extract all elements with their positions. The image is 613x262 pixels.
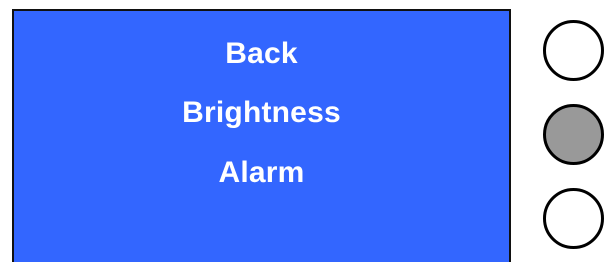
middle-hardware-button[interactable]	[543, 104, 604, 165]
menu-item-alarm[interactable]: Alarm	[14, 155, 509, 191]
top-hardware-button[interactable]	[543, 20, 604, 81]
menu-item-back[interactable]: Back	[14, 36, 509, 72]
display-screen: Back Brightness Alarm	[12, 9, 511, 262]
menu-item-brightness[interactable]: Brightness	[14, 95, 509, 131]
bottom-hardware-button[interactable]	[543, 188, 604, 249]
